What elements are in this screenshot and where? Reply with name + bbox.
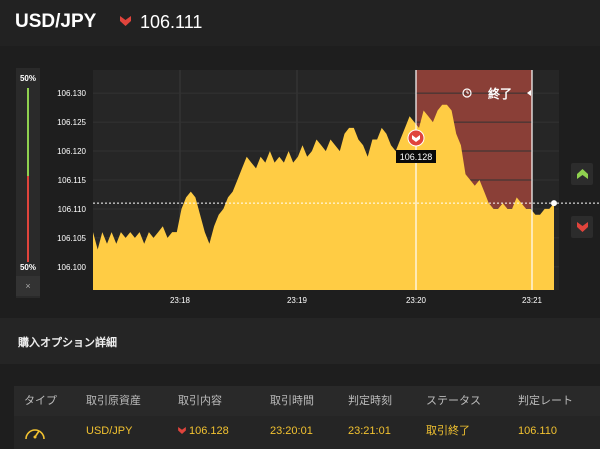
x-tick-label-2: 23:20 (406, 296, 427, 305)
end-label: 終了 (488, 86, 512, 101)
trade-detail-page: USD/JPY 106.111 50% 50% × 106.130 106.125… (0, 0, 600, 449)
entry-tag-text: 106.128 (400, 152, 433, 162)
red-down-arrow-icon (120, 16, 131, 26)
x-tick-label-3: 23:21 (522, 296, 543, 305)
row-judgement-rate: 106.110 (518, 425, 557, 437)
col-status: ステータス (426, 395, 481, 407)
gauge-icon (24, 418, 46, 448)
col-trade-time: 取引時間 (270, 395, 314, 407)
col-judgement-rate: 判定レート (518, 395, 573, 407)
red-down-arrow-icon (178, 427, 186, 434)
current-rate: 106.111 (140, 12, 203, 32)
high-button[interactable] (571, 163, 593, 185)
price-chart-svg: 106.130 106.125 106.120 106.115 106.110 106.1… (57, 70, 600, 305)
table-header-row: タイプ 取引原資産 取引内容 取引時間 判定時刻 ステータス 判定レート (14, 386, 600, 416)
x-tick-label-1: 23:19 (287, 296, 308, 305)
row-trade-time: 23:20:01 (270, 425, 313, 437)
last-price-dot (551, 200, 557, 207)
row-content: 106.128 (178, 416, 229, 446)
col-asset: 取引原資産 (86, 395, 141, 407)
col-judgement-time: 判定時刻 (348, 395, 392, 407)
details-title: 購入オプション詳細 (18, 337, 117, 349)
down-arrow-icon (576, 222, 588, 232)
y-tick-label-1: 106.125 (57, 118, 86, 127)
y-tick-label-6: 106.100 (57, 263, 86, 272)
up-arrow-icon (576, 169, 588, 179)
y-axis-ticks: 106.130 106.125 106.120 106.115 106.110 106.1… (57, 89, 86, 272)
row-content-value: 106.128 (189, 425, 229, 437)
x-tick-label-0: 23:18 (170, 296, 191, 305)
table-row: USD/JPY 106.128 23:20:01 23:21:01 取引終了 1… (14, 416, 600, 449)
y-tick-label-2: 106.120 (57, 147, 86, 156)
col-content: 取引内容 (178, 395, 222, 407)
y-tick-label-3: 106.115 (58, 176, 87, 185)
row-status: 取引終了 (426, 425, 470, 437)
x-axis-ticks: 23:18 23:19 23:20 23:21 (170, 296, 543, 305)
header-bar: USD/JPY 106.111 (0, 0, 600, 46)
low-button[interactable] (571, 216, 593, 238)
details-section-header: 購入オプション詳細 (0, 318, 600, 364)
price-chart: 106.130 106.125 106.120 106.115 106.110 106.1… (0, 46, 600, 316)
y-tick-label-4: 106.110 (58, 205, 87, 214)
currency-pair-title: USD/JPY (15, 11, 97, 32)
col-type: タイプ (24, 395, 57, 407)
y-tick-label-5: 106.105 (57, 234, 86, 243)
y-tick-label-0: 106.130 (57, 89, 86, 98)
row-judgement-time: 23:21:01 (348, 425, 391, 437)
row-asset: USD/JPY (86, 425, 133, 437)
